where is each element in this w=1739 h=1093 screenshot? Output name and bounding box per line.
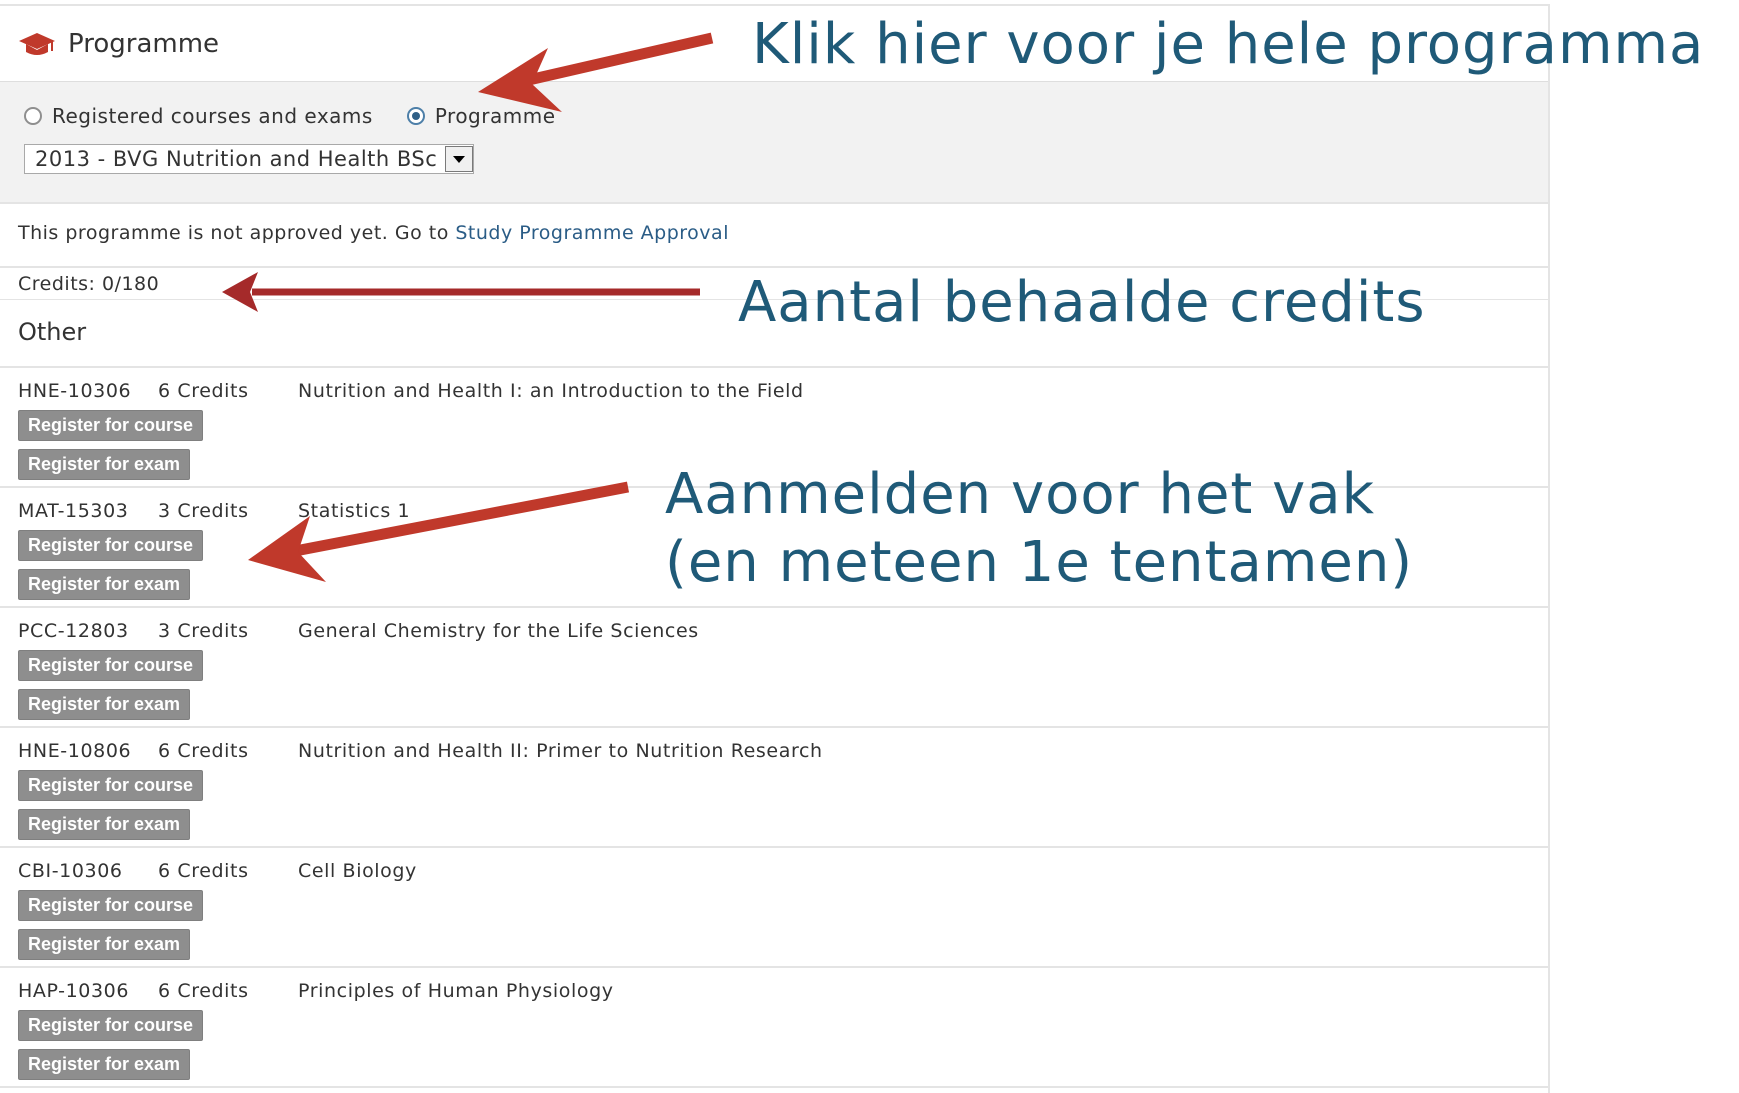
register-exam-button[interactable]: Register for exam bbox=[18, 1049, 191, 1080]
course-code: PCC-12803 bbox=[18, 620, 129, 642]
course-code: MAT-15303 bbox=[18, 500, 129, 522]
course-name: Nutrition and Health I: an Introduction … bbox=[298, 380, 804, 402]
course-code: HNE-10306 bbox=[18, 380, 132, 402]
course-name: General Chemistry for the Life Sciences bbox=[298, 620, 699, 642]
annotation-credits: Aantal behaalde credits bbox=[738, 270, 1426, 335]
annotation-register-line1: Aanmelden voor het vak bbox=[665, 462, 1376, 527]
course-credits: 3 Credits bbox=[158, 620, 249, 642]
study-programme-approval-link[interactable]: Study Programme Approval bbox=[455, 222, 729, 244]
page-title: Programme bbox=[68, 28, 220, 59]
course-code: HNE-10806 bbox=[18, 740, 132, 762]
register-course-button[interactable]: Register for course bbox=[18, 410, 204, 441]
course-name: Cell Biology bbox=[298, 860, 417, 882]
course-credits: 6 Credits bbox=[158, 740, 249, 762]
programme-select[interactable]: 2013 - BVG Nutrition and Health BSc bbox=[24, 144, 475, 174]
register-course-button[interactable]: Register for course bbox=[18, 530, 204, 561]
course-code: HAP-10306 bbox=[18, 980, 130, 1002]
register-course-button[interactable]: Register for course bbox=[18, 1010, 204, 1041]
notice-text: This programme is not approved yet. Go t… bbox=[18, 222, 449, 244]
radio-label: Registered courses and exams bbox=[52, 104, 373, 128]
radio-button[interactable] bbox=[24, 107, 42, 125]
course-row: HAP-10306 6 Credits Principles of Human … bbox=[0, 968, 1548, 1088]
course-row: PCC-12803 3 Credits General Chemistry fo… bbox=[0, 608, 1548, 728]
programme-select-value: 2013 - BVG Nutrition and Health BSc bbox=[35, 147, 438, 171]
radio-programme[interactable]: Programme bbox=[406, 104, 556, 128]
course-code: CBI-10306 bbox=[18, 860, 123, 882]
register-exam-button[interactable]: Register for exam bbox=[18, 569, 191, 600]
course-name: Nutrition and Health II: Primer to Nutri… bbox=[298, 740, 823, 762]
annotation-programme: Klik hier voor je hele programma bbox=[752, 12, 1705, 77]
register-course-button[interactable]: Register for course bbox=[18, 770, 204, 801]
course-name: Statistics 1 bbox=[298, 500, 411, 522]
dropdown-arrow-icon[interactable] bbox=[445, 146, 474, 172]
view-radio-group: Registered courses and exams Programme bbox=[24, 104, 1548, 128]
course-credits: 3 Credits bbox=[158, 500, 249, 522]
register-exam-button[interactable]: Register for exam bbox=[18, 929, 191, 960]
radio-registered-courses[interactable]: Registered courses and exams bbox=[24, 104, 373, 128]
radio-label: Programme bbox=[434, 104, 556, 128]
register-course-button[interactable]: Register for course bbox=[18, 650, 204, 681]
annotation-register-line2: (en meteen 1e tentamen) bbox=[665, 530, 1414, 595]
register-course-button[interactable]: Register for course bbox=[18, 890, 204, 921]
course-name: Principles of Human Physiology bbox=[298, 980, 614, 1002]
course-credits: 6 Credits bbox=[158, 380, 249, 402]
register-exam-button[interactable]: Register for exam bbox=[18, 689, 191, 720]
filter-area: Registered courses and exams Programme 2… bbox=[0, 82, 1548, 204]
course-row: CBI-10306 6 Credits Cell Biology Registe… bbox=[0, 848, 1548, 968]
course-credits: 6 Credits bbox=[158, 860, 249, 882]
approval-notice: This programme is not approved yet. Go t… bbox=[0, 204, 1548, 268]
register-exam-button[interactable]: Register for exam bbox=[18, 809, 191, 840]
course-row: HNE-10806 6 Credits Nutrition and Health… bbox=[0, 728, 1548, 848]
register-exam-button[interactable]: Register for exam bbox=[18, 449, 191, 480]
course-credits: 6 Credits bbox=[158, 980, 249, 1002]
graduation-cap-icon bbox=[19, 32, 55, 55]
radio-button-selected[interactable] bbox=[406, 107, 425, 125]
